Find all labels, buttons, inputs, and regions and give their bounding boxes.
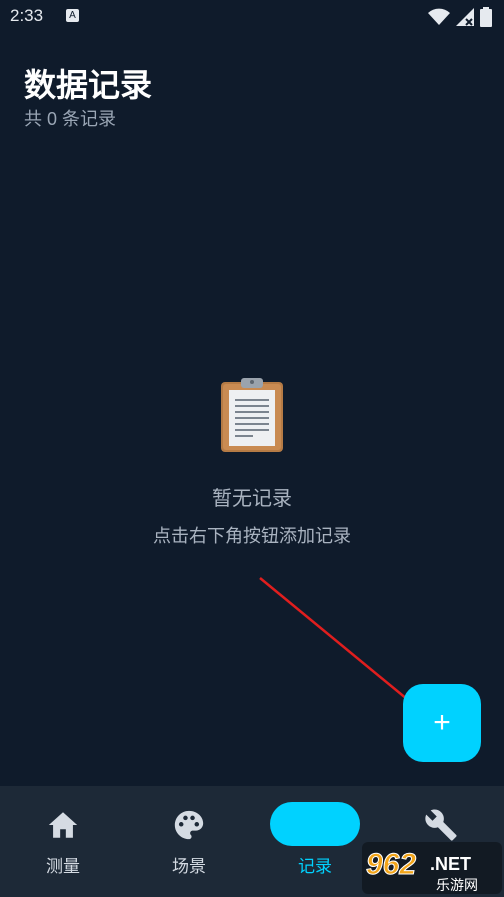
clipboard-icon — [221, 378, 283, 452]
nav-item-scene[interactable]: 场景 — [126, 786, 252, 897]
nav-label-records: 记录 — [298, 857, 332, 876]
nav-item-records[interactable]: 记录 — [252, 786, 378, 897]
status-icons — [428, 7, 492, 27]
notification-icon: A — [66, 9, 79, 22]
palette-icon — [174, 810, 204, 840]
watermark-logo: 962 .NET 乐游网 — [362, 842, 502, 894]
svg-text:.NET: .NET — [430, 854, 471, 874]
empty-state-title: 暂无记录 — [212, 488, 292, 510]
active-indicator — [270, 802, 360, 846]
status-time: 2:33 — [10, 6, 44, 25]
status-bar: 2:33 A — [0, 0, 504, 34]
nav-label-measure: 测量 — [46, 857, 80, 876]
svg-text:乐游网: 乐游网 — [436, 878, 478, 894]
nav-item-measure[interactable]: 测量 — [0, 786, 126, 897]
empty-state-hint: 点击右下角按钮添加记录 — [153, 526, 351, 546]
wrench-icon — [425, 809, 457, 841]
page-title: 数据记录 — [24, 67, 153, 103]
signal-icon — [456, 8, 474, 26]
nav-label-scene: 场景 — [172, 857, 206, 876]
home-icon — [48, 812, 78, 838]
svg-text:962: 962 — [366, 848, 416, 881]
record-count: 共 0 条记录 — [24, 109, 117, 129]
battery-icon — [480, 7, 492, 27]
wifi-icon — [428, 8, 450, 25]
add-record-button[interactable]: + — [403, 684, 481, 762]
